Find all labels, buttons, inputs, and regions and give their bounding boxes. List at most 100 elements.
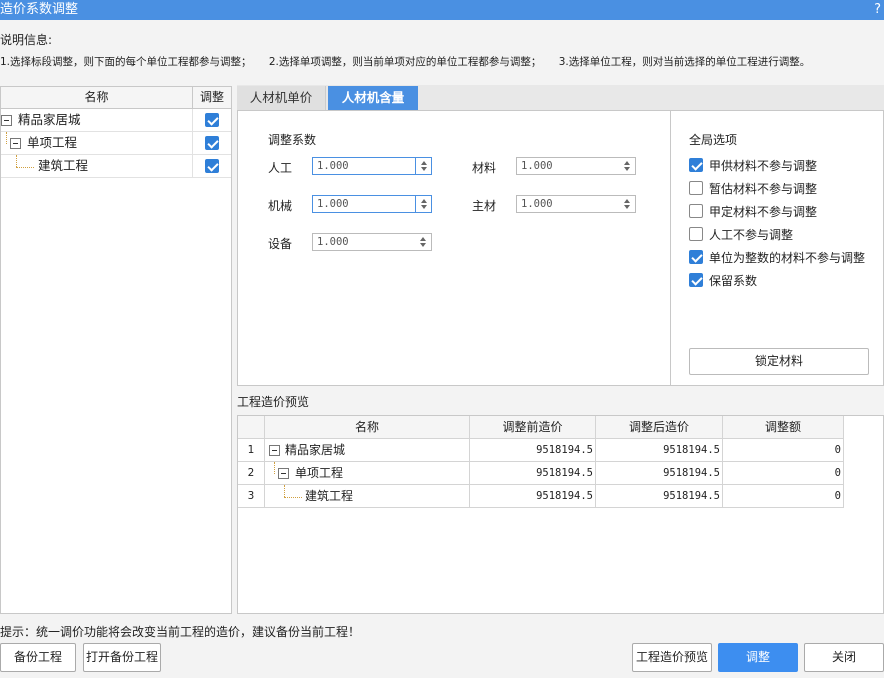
material-stepper[interactable]: 1.000 <box>516 157 636 175</box>
description-label: 说明信息: <box>0 33 53 47</box>
tree-connector <box>284 497 302 498</box>
preview-header-row: 名称 调整前造价 调整后造价 调整额 <box>238 416 844 439</box>
preview-button[interactable]: 工程造价预览 <box>632 643 712 672</box>
collapse-icon[interactable] <box>269 445 280 456</box>
collapse-icon[interactable] <box>1 115 12 126</box>
tree-row-checkbox[interactable] <box>205 113 219 127</box>
tree-row-checkbox[interactable] <box>205 136 219 150</box>
collapse-icon[interactable] <box>278 468 289 479</box>
spin-up-icon[interactable] <box>421 161 427 165</box>
tab-bar: 人材机单价 人材机含量 <box>237 85 884 111</box>
backup-button[interactable]: 备份工程 <box>0 643 76 672</box>
collapse-icon[interactable] <box>10 138 21 149</box>
tip-text: 提示：统一调价功能将会改变当前工程的造价，建议备份当前工程！ <box>0 625 361 639</box>
row-name-cell: 建筑工程 <box>265 485 470 508</box>
spin-down-icon[interactable] <box>421 205 427 209</box>
table-row[interactable]: 2 单项工程 9518194.5 9518194.5 0 <box>238 462 844 485</box>
row-before: 9518194.5 <box>470 462 596 485</box>
option-checkbox[interactable] <box>689 250 703 264</box>
tree-row[interactable]: 建筑工程 <box>1 155 231 178</box>
machine-stepper[interactable]: 1.000 <box>312 195 432 213</box>
settings-panel: 调整系数 人工 1.000 材料 1.000 机械 1.000 主材 1.000… <box>237 111 884 386</box>
main-material-label: 主材 <box>472 199 497 213</box>
stepper-arrows[interactable] <box>415 158 431 174</box>
description-item-3: 3.选择单位工程，则对当前选择的单位工程进行调整。 <box>558 56 811 68</box>
row-before: 9518194.5 <box>470 485 596 508</box>
panel-divider <box>670 111 671 386</box>
row-diff: 0 <box>723 485 844 508</box>
header-diff: 调整额 <box>723 416 844 439</box>
tree-connector <box>284 485 285 497</box>
tree-row[interactable]: 单项工程 <box>1 132 231 155</box>
option-label: 单位为整数的材料不参与调整 <box>709 251 866 265</box>
option-checkbox[interactable] <box>689 204 703 218</box>
tab-unit-price[interactable]: 人材机单价 <box>237 86 326 110</box>
option-checkbox[interactable] <box>689 158 703 172</box>
description-item-1: 1.选择标段调整，则下面的每个单位工程都参与调整； <box>0 56 252 68</box>
row-after: 9518194.5 <box>596 439 723 462</box>
spin-up-icon[interactable] <box>624 199 630 203</box>
row-after: 9518194.5 <box>596 462 723 485</box>
header-after: 调整后造价 <box>596 416 723 439</box>
stepper-arrows[interactable] <box>415 234 431 250</box>
row-index: 1 <box>238 439 265 462</box>
option-label: 甲定材料不参与调整 <box>709 205 818 219</box>
labor-stepper[interactable]: 1.000 <box>312 157 432 175</box>
spin-down-icon[interactable] <box>624 205 630 209</box>
table-row[interactable]: 3 建筑工程 9518194.5 9518194.5 0 <box>238 485 844 508</box>
option-label: 甲供材料不参与调整 <box>709 159 818 173</box>
header-index <box>238 416 265 439</box>
equipment-label: 设备 <box>268 237 293 251</box>
table-row[interactable]: 1 精品家居城 9518194.5 9518194.5 0 <box>238 439 844 462</box>
tree-node-label: 单项工程 <box>27 135 78 150</box>
labor-value: 1.000 <box>317 160 349 172</box>
spin-up-icon[interactable] <box>624 161 630 165</box>
row-name-cell: 精品家居城 <box>265 439 470 462</box>
row-name-cell: 单项工程 <box>265 462 470 485</box>
tree-header-adjust: 调整 <box>199 90 224 104</box>
tree-row[interactable]: 精品家居城 <box>1 109 231 132</box>
equipment-value: 1.000 <box>317 236 349 248</box>
row-index: 2 <box>238 462 265 485</box>
row-diff: 0 <box>723 462 844 485</box>
stepper-arrows[interactable] <box>619 196 635 212</box>
lock-material-button[interactable]: 锁定材料 <box>689 348 869 375</box>
option-checkbox[interactable] <box>689 273 703 287</box>
tree-row-checkbox[interactable] <box>205 159 219 173</box>
row-after: 9518194.5 <box>596 485 723 508</box>
window-title: 造价系数调整 <box>0 2 79 17</box>
close-button[interactable]: 关闭 <box>804 643 884 672</box>
row-name: 建筑工程 <box>305 489 354 503</box>
help-icon[interactable]: ? <box>874 0 881 20</box>
option-label: 人工不参与调整 <box>709 228 794 242</box>
spin-down-icon[interactable] <box>624 167 630 171</box>
stepper-arrows[interactable] <box>619 158 635 174</box>
main-material-value: 1.000 <box>521 198 553 210</box>
equipment-stepper[interactable]: 1.000 <box>312 233 432 251</box>
spin-down-icon[interactable] <box>421 167 427 171</box>
preview-label: 工程造价预览 <box>237 395 310 409</box>
spin-down-icon[interactable] <box>420 243 426 247</box>
tree-connector <box>6 132 7 144</box>
tree-header-name: 名称 <box>1 87 193 108</box>
description-item-2: 2.选择单项调整，则当前单项对应的单位工程都参与调整； <box>268 56 542 68</box>
row-name: 单项工程 <box>295 466 344 480</box>
tab-content[interactable]: 人材机含量 <box>328 86 418 110</box>
adjust-button[interactable]: 调整 <box>718 643 798 672</box>
tree-connector <box>274 462 275 474</box>
open-backup-button[interactable]: 打开备份工程 <box>83 643 161 672</box>
coefficients-title: 调整系数 <box>268 133 317 147</box>
option-checkbox[interactable] <box>689 181 703 195</box>
tree-node-label: 精品家居城 <box>18 112 81 127</box>
option-checkbox[interactable] <box>689 227 703 241</box>
material-label: 材料 <box>472 161 497 175</box>
preview-grid: 名称 调整前造价 调整后造价 调整额 1 精品家居城 9518194.5 951… <box>237 415 884 614</box>
row-diff: 0 <box>723 439 844 462</box>
row-before: 9518194.5 <box>470 439 596 462</box>
material-value: 1.000 <box>521 160 553 172</box>
stepper-arrows[interactable] <box>415 196 431 212</box>
main-material-stepper[interactable]: 1.000 <box>516 195 636 213</box>
tree-header: 名称 调整 <box>1 87 231 109</box>
spin-up-icon[interactable] <box>421 199 427 203</box>
spin-up-icon[interactable] <box>420 237 426 241</box>
